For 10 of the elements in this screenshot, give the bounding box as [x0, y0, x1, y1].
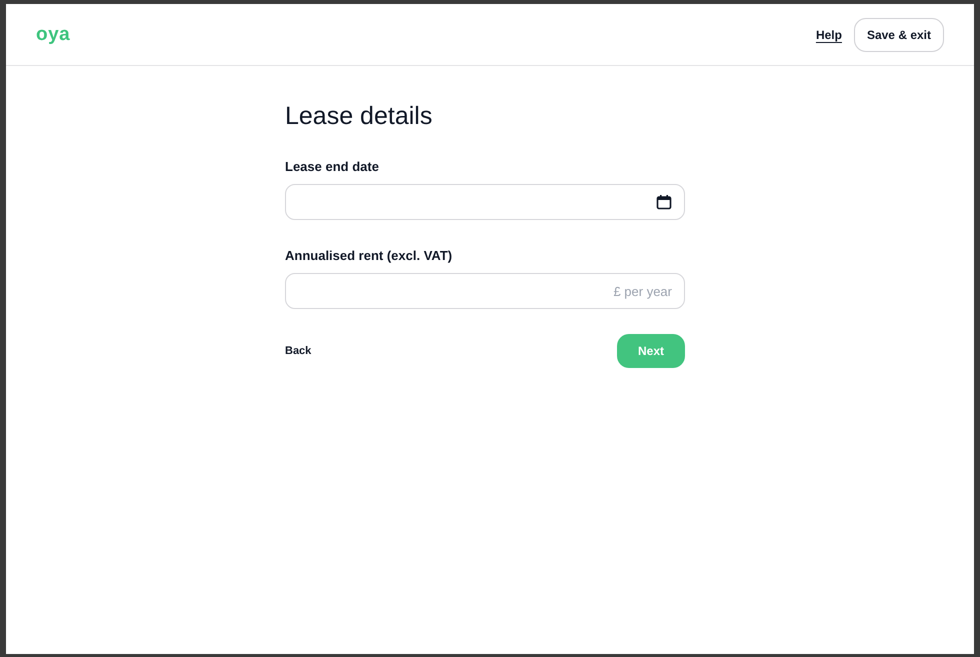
help-link[interactable]: Help — [816, 28, 842, 42]
rent-field[interactable]: £ per year — [285, 273, 685, 309]
save-exit-button[interactable]: Save & exit — [854, 18, 944, 52]
field-label: Lease end date — [285, 159, 380, 174]
field-label: Annualised rent (excl. VAT) — [285, 248, 454, 263]
back-link[interactable]: Back — [285, 345, 312, 357]
calendar-icon — [656, 194, 672, 210]
date-field[interactable] — [285, 184, 685, 220]
page-title: Lease details — [285, 102, 434, 131]
logo: oya — [36, 24, 70, 46]
